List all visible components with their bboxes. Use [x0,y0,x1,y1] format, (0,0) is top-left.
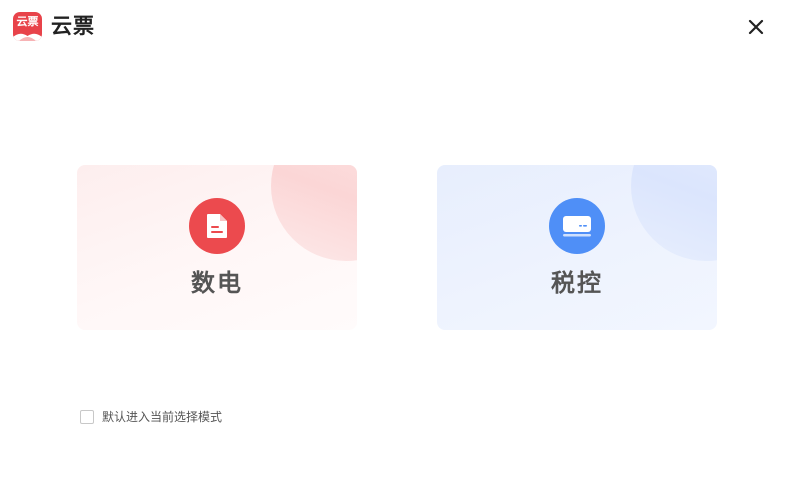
close-button[interactable] [745,16,767,38]
mode-label-digital: 数电 [191,269,243,297]
app-logo: 云票 [13,12,42,41]
mode-card-digital[interactable]: 数电 [77,165,357,330]
default-mode-option[interactable]: 默认进入当前选择模式 [80,409,222,425]
app-branding: 云票 云票 [13,12,95,41]
app-title: 云票 [51,14,95,38]
document-icon [189,198,245,254]
close-icon [748,19,764,35]
tax-device-icon [549,198,605,254]
default-mode-label: 默认进入当前选择模式 [102,410,223,424]
logo-text: 云票 [16,15,39,28]
logo-wave-icon [13,33,42,41]
card-decoration [271,165,357,261]
card-decoration [631,165,717,261]
mode-select-window: 云票 云票 数电 税控 默认进入当前选择模式 [0,0,793,494]
mode-label-tax-control: 税控 [551,269,603,297]
mode-card-tax-control[interactable]: 税控 [437,165,717,330]
default-mode-checkbox[interactable] [80,410,94,424]
